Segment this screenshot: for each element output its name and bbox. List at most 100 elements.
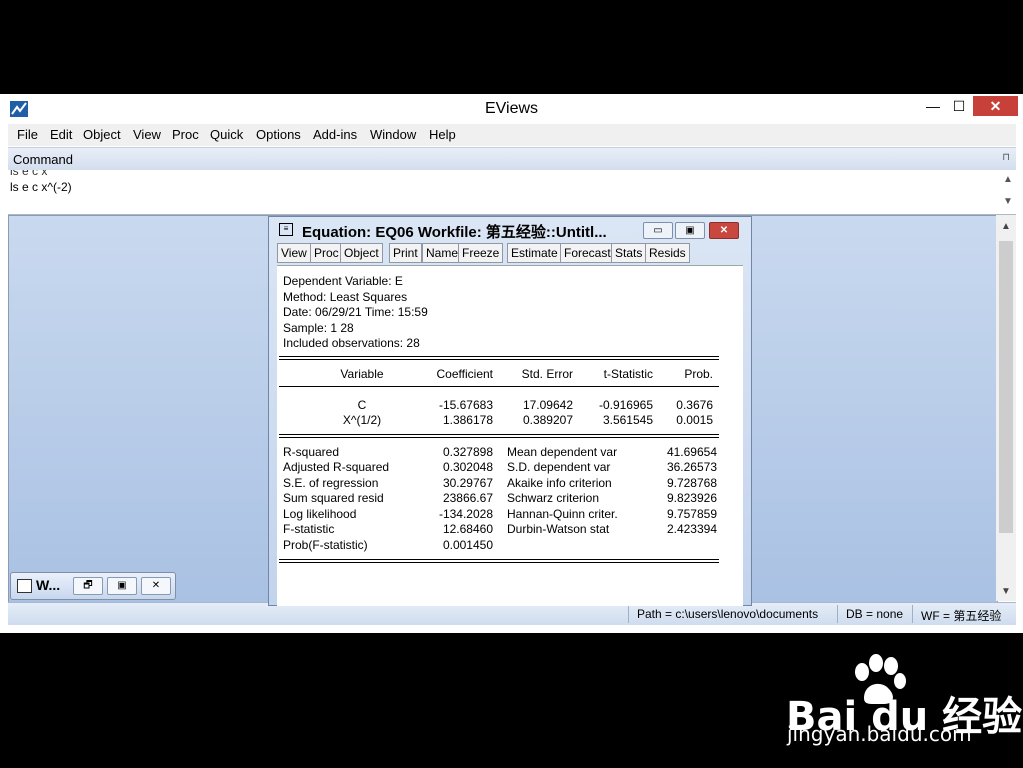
toolbar-object-button[interactable]: Object [340,243,383,263]
command-current-line: ls e c x^(-2) [10,180,72,194]
equation-output: Dependent Variable: E Method: Least Squa… [277,265,743,606]
minimized-window-title: W... [36,577,61,593]
scroll-up-icon[interactable]: ▲ [1001,221,1011,232]
stat-value: 0.001450 [442,538,493,552]
status-db[interactable]: DB = none [846,607,903,621]
coef-prob: 0.0015 [676,413,713,427]
title-bar[interactable]: EViews — ☐ ✕ [0,94,1023,124]
maximize-button[interactable]: ☐ [947,96,971,116]
scroll-up-icon[interactable]: ▲ [1003,174,1013,185]
stat-label: R-squared [283,445,340,459]
stat-label: S.E. of regression [283,476,379,490]
table-double-rule [279,434,719,438]
toolbar-view-button[interactable]: View [277,243,311,263]
close-button[interactable]: ✕ [709,222,739,239]
toolbar-proc-button[interactable]: Proc [310,243,343,263]
menu-proc[interactable]: Proc [172,127,199,142]
coef-prob: 0.3676 [676,398,713,412]
status-workfile[interactable]: WF = 第五经验 [921,607,1001,624]
minimize-button[interactable]: — [921,96,945,116]
table-rule [279,386,719,387]
stat-label: Hannan-Quinn criter. [507,507,618,521]
stat-label: Akaike info criterion [507,476,612,490]
menu-window[interactable]: Window [370,127,416,142]
pin-icon[interactable]: ⊓ [1002,152,1010,163]
menu-edit[interactable]: Edit [50,127,72,142]
col-std-error: Std. Error [521,367,573,381]
command-scrollbar[interactable]: ▲ ▼ [1000,170,1016,214]
stat-label: Schwarz criterion [507,491,600,505]
close-button[interactable]: ✕ [141,577,171,595]
stat-label: Log likelihood [283,507,357,521]
maximize-button[interactable]: ▣ [107,577,137,595]
status-separator [628,605,629,623]
toolbar-freeze-button[interactable]: Freeze [458,243,504,263]
toolbar-name-button[interactable]: Name [422,243,463,263]
stat-value: 36.26573 [666,460,717,474]
toolbar-print-button[interactable]: Print [389,243,422,263]
command-input[interactable]: ls e c x ls e c x^(-2) ▲ ▼ [8,170,1016,215]
col-coefficient: Coefficient [436,367,493,381]
workspace-scrollbar[interactable]: ▲ ▼ [996,215,1016,601]
coef-std-error: 17.09642 [522,398,573,412]
stat-value: 9.757859 [666,507,717,521]
scroll-thumb[interactable] [999,241,1013,533]
close-button[interactable]: ✕ [973,96,1018,116]
coef-t-statistic: -0.916965 [598,398,653,412]
dependent-variable-line: Dependent Variable: E [283,274,403,288]
watermark-url: jingyan.baidu.com [787,722,972,746]
menu-add-ins[interactable]: Add-ins [313,127,357,142]
stat-value: 0.302048 [442,460,493,474]
menu-file[interactable]: File [17,127,38,142]
stat-value: 2.423394 [666,522,717,536]
coef-value: 1.386178 [442,413,493,427]
table-double-rule [279,559,719,563]
col-variable: Variable [340,367,384,381]
workfile-icon [17,579,32,593]
coef-value: -15.67683 [438,398,493,412]
command-history-line: ls e c x [10,170,48,178]
stat-value: 12.68460 [442,522,493,536]
restore-button[interactable]: ▣ [675,222,705,239]
status-path[interactable]: Path = c:\users\lenovo\documents [637,607,818,621]
command-pane-header: Command ⊓ [8,147,1016,170]
command-title: Command [13,152,73,167]
col-t-statistic: t-Statistic [603,367,653,381]
toolbar-estimate-button[interactable]: Estimate [507,243,562,263]
equation-window: ≡ Equation: EQ06 Workfile: 第五经验::Untitl.… [268,216,752,606]
table-double-rule [279,356,719,360]
stat-value: 30.29767 [442,476,493,490]
sample-line: Sample: 1 28 [283,321,354,335]
scroll-down-icon[interactable]: ▼ [1003,196,1013,207]
menu-quick[interactable]: Quick [210,127,243,142]
stat-value: 0.327898 [442,445,493,459]
stat-label: Durbin-Watson stat [507,522,610,536]
coef-t-statistic: 3.561545 [602,413,653,427]
date-line: Date: 06/29/21 Time: 15:59 [283,305,428,319]
toolbar-resids-button[interactable]: Resids [645,243,690,263]
stat-label: Sum squared resid [283,491,384,505]
status-separator [837,605,838,623]
coef-variable: X^(1/2) [342,413,382,427]
minimized-workfile-window[interactable]: W... 🗗 ▣ ✕ [10,572,176,600]
menu-object[interactable]: Object [83,127,121,142]
toolbar-stats-button[interactable]: Stats [611,243,647,263]
observations-line: Included observations: 28 [283,336,420,350]
stat-label: Prob(F-statistic) [283,538,368,552]
stat-value: 41.69654 [666,445,717,459]
stat-label: Adjusted R-squared [283,460,390,474]
stat-value: -134.2028 [438,507,493,521]
col-prob: Prob. [684,367,713,381]
stat-value: 23866.67 [442,491,493,505]
restore-button[interactable]: 🗗 [73,577,103,595]
scroll-down-icon[interactable]: ▼ [1001,586,1011,597]
menu-view[interactable]: View [133,127,161,142]
equation-window-title: Equation: EQ06 Workfile: 第五经验::Untitl... [302,224,607,241]
toolbar-forecast-button[interactable]: Forecast [560,243,615,263]
status-separator [912,605,913,623]
stat-label: S.D. dependent var [507,460,611,474]
menu-options[interactable]: Options [256,127,301,142]
menu-help[interactable]: Help [429,127,456,142]
minimize-button[interactable]: ▭ [643,222,673,239]
window-menu-icon[interactable]: ≡ [279,223,293,236]
